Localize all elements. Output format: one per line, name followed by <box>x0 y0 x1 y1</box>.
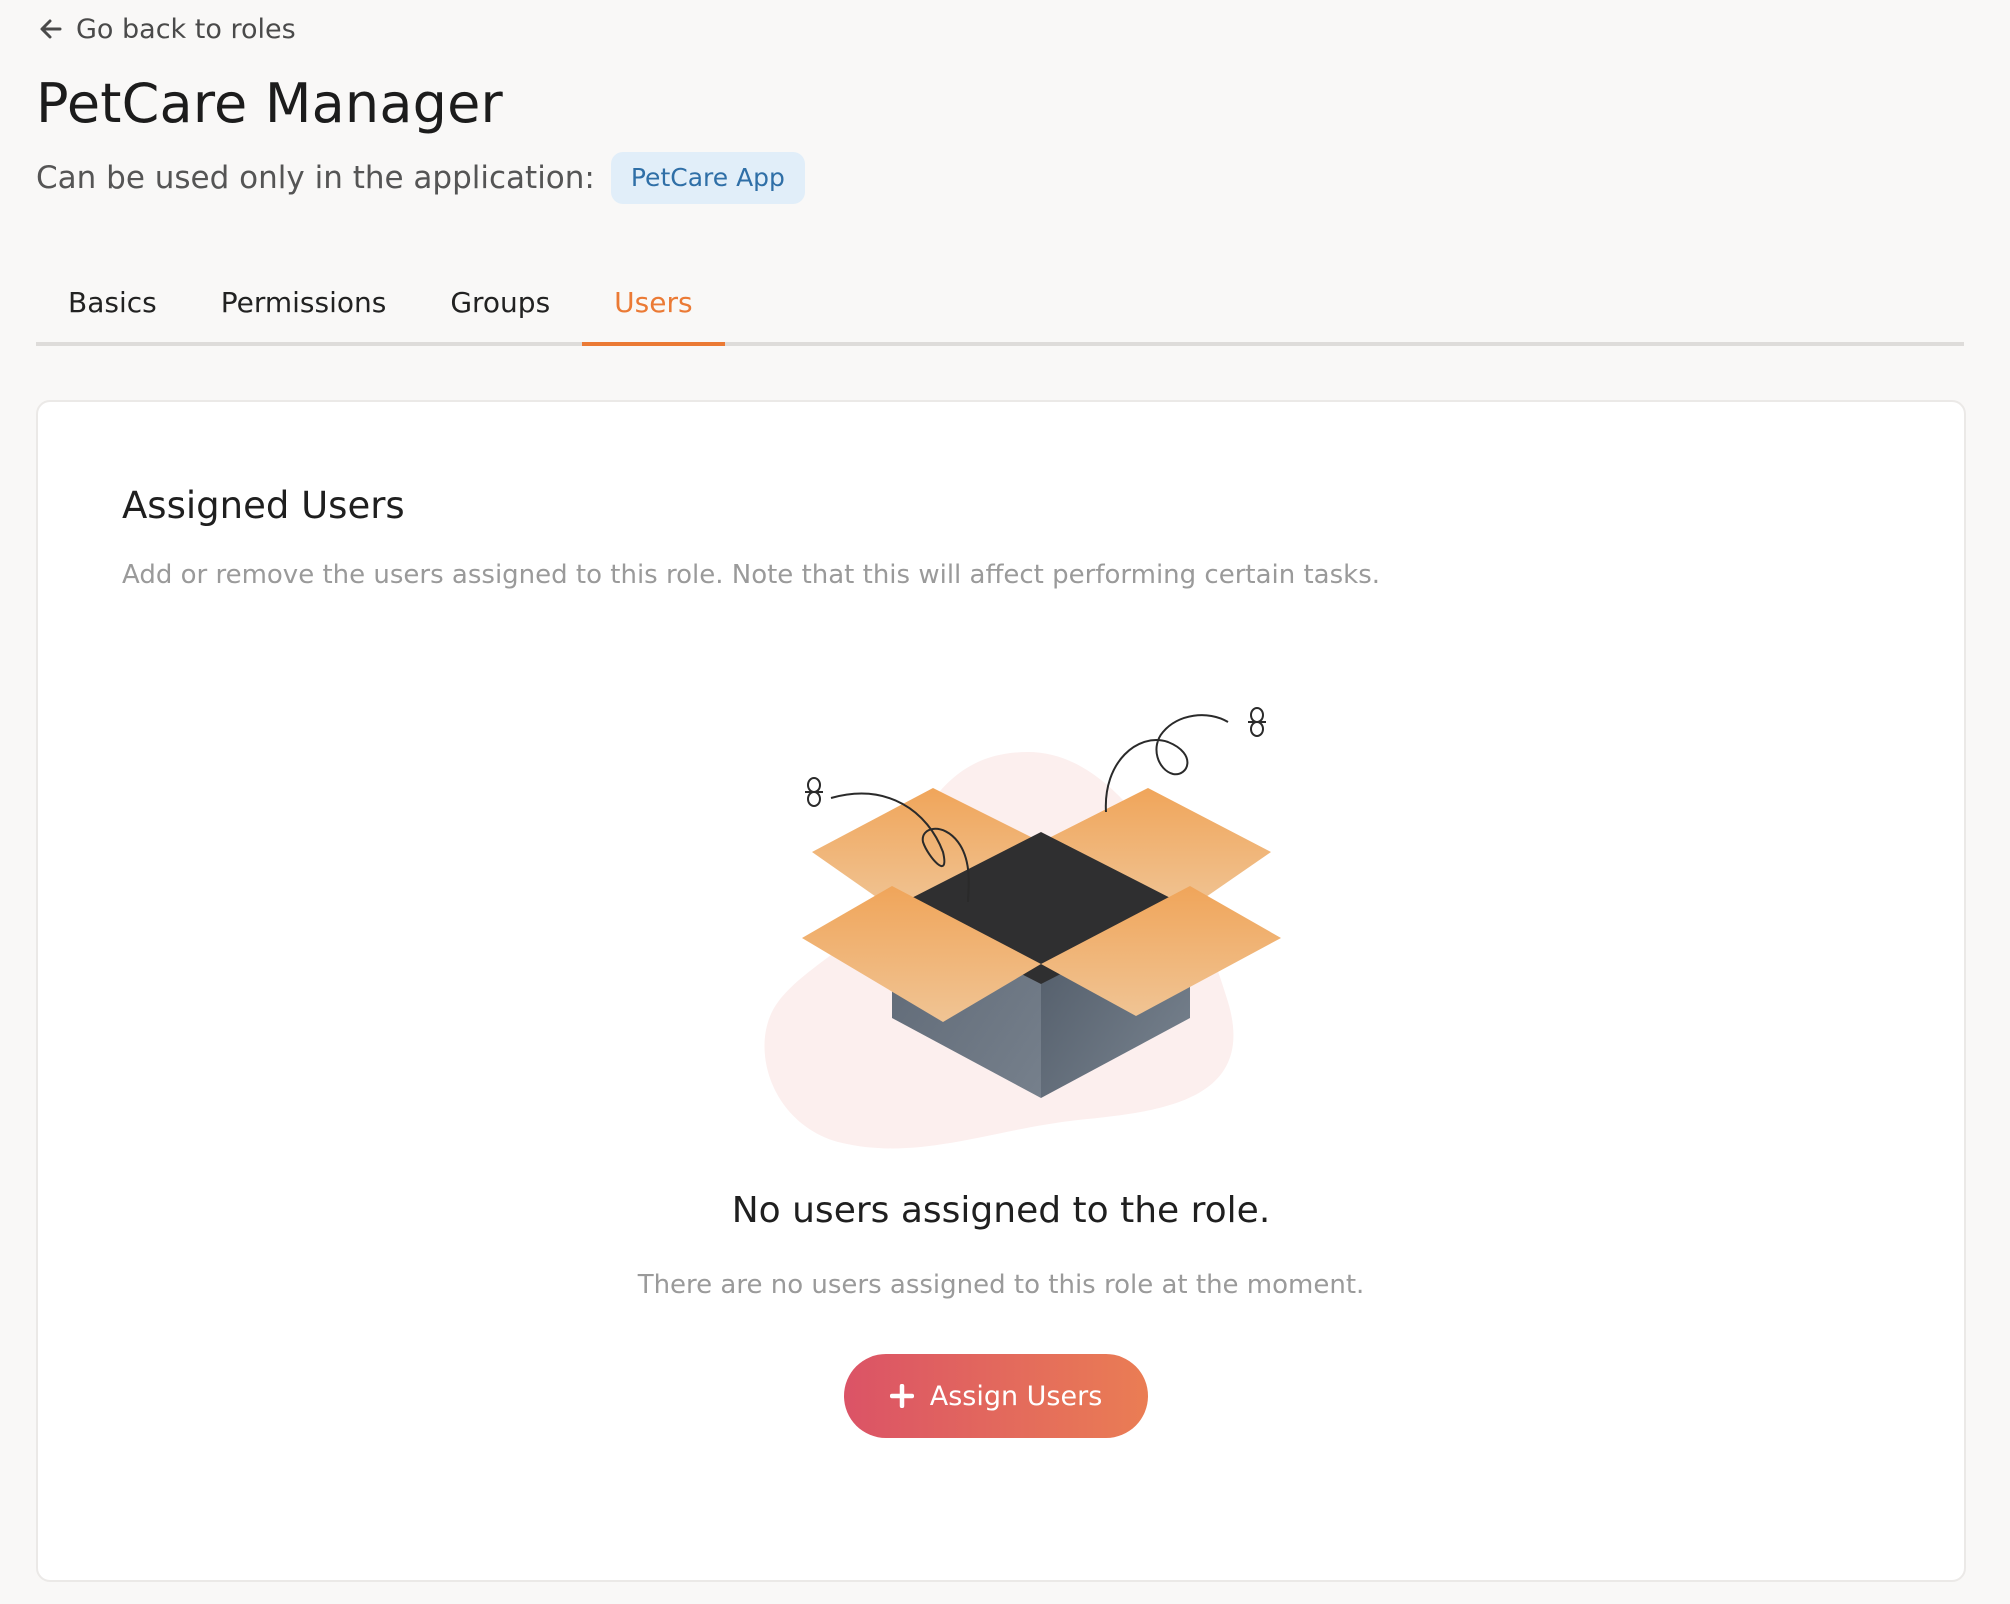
role-tabs: Basics Permissions Groups Users <box>36 272 1964 346</box>
tab-users[interactable]: Users <box>582 272 726 346</box>
section-title: Assigned Users <box>122 484 405 527</box>
empty-state-title: No users assigned to the role. <box>731 1190 1271 1231</box>
application-scope-text: Can be used only in the application: <box>36 160 595 196</box>
empty-open-box-illustration <box>718 642 1358 1162</box>
assign-users-label: Assign Users <box>929 1380 1103 1412</box>
role-users-page: Go back to roles PetCare Manager Can be … <box>0 0 2010 1604</box>
application-chip[interactable]: PetCare App <box>610 152 805 204</box>
assign-users-button[interactable]: Assign Users <box>844 1354 1148 1438</box>
assigned-users-card: Assigned Users Add or remove the users a… <box>36 400 1966 1582</box>
plus-icon <box>889 1384 914 1408</box>
arrow-left-icon <box>38 16 64 42</box>
section-description: Add or remove the users assigned to this… <box>122 560 1381 590</box>
tab-basics[interactable]: Basics <box>36 272 189 342</box>
tab-permissions[interactable]: Permissions <box>189 272 419 342</box>
empty-state-message: There are no users assigned to this role… <box>637 1270 1365 1300</box>
back-link-label: Go back to roles <box>76 13 296 45</box>
page-title: PetCare Manager <box>36 72 503 135</box>
tab-groups[interactable]: Groups <box>418 272 582 342</box>
application-scope: Can be used only in the application: Pet… <box>36 152 805 204</box>
back-to-roles-link[interactable]: Go back to roles <box>38 10 296 48</box>
